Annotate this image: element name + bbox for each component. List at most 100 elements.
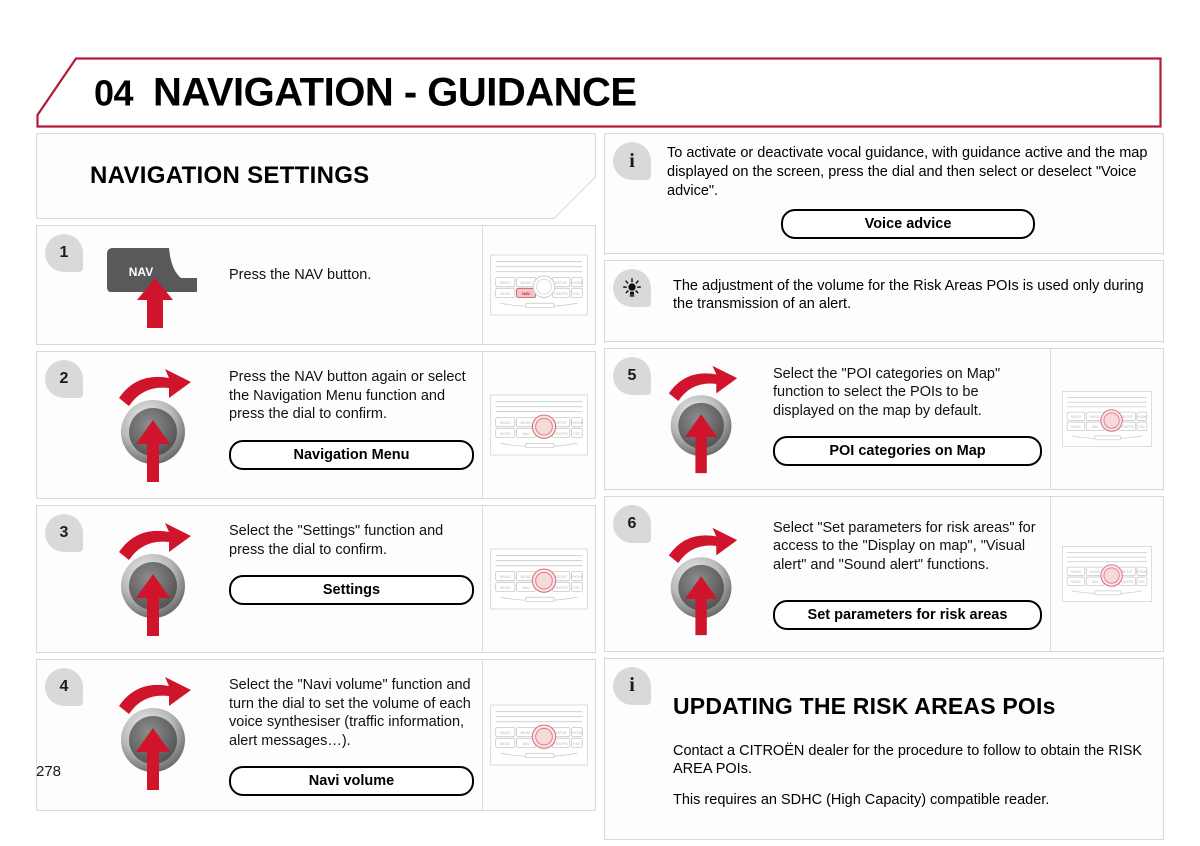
svg-text:RADIO: RADIO [500,731,511,735]
svg-text:MUSIC: MUSIC [520,281,532,285]
radio-unit-illustration-nav: NAV RADIO MUSIC SETUP PHONE MODE TRAFFIC ES… [482,226,595,344]
menu-pill-set-parameters-for-risk-areas[interactable]: Set parameters for risk areas [773,600,1042,631]
svg-text:MUSIC: MUSIC [520,731,532,735]
svg-text:NAV: NAV [1092,425,1099,429]
svg-text:TRAFFIC: TRAFFIC [554,742,569,746]
step-panel-5: 5 Select the "POI categories on Map" fun… [604,347,1164,490]
menu-pill-poi-categories-on-map[interactable]: POI categories on Map [773,436,1042,467]
step-badge-2: 2 [45,360,83,398]
radio-unit-illustration-dial-3: RADIO MUSIC SETUP PHONE MODE NAV TRAFFIC ESC [482,506,595,652]
final-section-title: UPDATING THE RISK AREAS POIs [673,692,1056,719]
svg-text:PHONE: PHONE [571,731,584,735]
radio-unit-illustration-dial-2: RADIO MUSIC SETUP PHONE MODE NAV TRAFFIC ESC [482,352,595,498]
step-badge-3: 3 [45,514,83,552]
svg-text:PHONE: PHONE [1136,570,1147,574]
step-text-2: Press the NAV button again or select the… [229,369,466,423]
final-paragraph-1: Contact a CITROËN dealer for the procedu… [673,742,1143,778]
info-icon: i [613,142,651,180]
svg-text:MUSIC: MUSIC [1090,570,1101,574]
final-paragraph-2: This requires an SDHC (High Capacity) co… [673,792,1050,809]
svg-text:ESC: ESC [573,586,581,590]
svg-text:PHONE: PHONE [571,421,584,425]
svg-text:NAV: NAV [523,742,531,746]
svg-text:PHONE: PHONE [571,575,584,579]
svg-text:ESC: ESC [1139,580,1146,584]
menu-pill-settings[interactable]: Settings [229,575,474,606]
nav-button-press-icon: NAV [85,236,225,330]
dial-turn-press-icon [85,362,225,484]
svg-text:ESC: ESC [1139,425,1146,429]
step-text-5: Select the "POI categories on Map" funct… [773,365,1001,419]
step-panel-2: 2 Press the NAV button again or select t… [36,351,596,499]
svg-text:SETUP: SETUP [555,281,567,285]
step-badge-1: 1 [45,234,83,272]
svg-text:TRAFFIC: TRAFFIC [1121,580,1135,584]
svg-text:SETUP: SETUP [555,731,567,735]
svg-text:MODE: MODE [500,742,511,746]
step-text-4: Select the "Navi volume" function and tu… [229,677,471,749]
radio-unit-illustration-dial-5: RADIO MUSIC SETUP PHONE MODE NAV TRAFFIC ESC [1050,348,1163,489]
svg-text:NAV: NAV [523,586,531,590]
svg-text:NAV: NAV [1092,580,1099,584]
section-title: NAVIGATION SETTINGS [90,162,370,189]
info-note-text: To activate or deactivate vocal guidance… [667,145,1148,199]
svg-text:SETUP: SETUP [1122,415,1133,419]
svg-text:MUSIC: MUSIC [520,421,532,425]
svg-text:MUSIC: MUSIC [520,575,532,579]
svg-text:TRAFFIC: TRAFFIC [1121,425,1135,429]
step-panel-4: 4 Select the "Navi volume" function and … [36,659,596,812]
svg-text:NAV: NAV [129,265,153,279]
svg-text:NAV: NAV [522,292,530,296]
section-header-navigation-settings: NAVIGATION SETTINGS [36,133,596,219]
svg-text:PHONE: PHONE [571,281,584,285]
svg-text:MODE: MODE [500,292,511,296]
radio-unit-illustration-dial-6: RADIO MUSIC SETUP PHONE MODE NAV TRAFFIC ESC [1050,496,1163,651]
svg-text:MUSIC: MUSIC [1090,415,1101,419]
svg-text:MODE: MODE [500,586,511,590]
svg-text:RADIO: RADIO [500,575,511,579]
info-icon: i [613,666,651,705]
svg-text:ESC: ESC [573,742,581,746]
dial-turn-press-icon [85,516,225,638]
step-panel-1: 1 NAV Press the NAV button. NAV RADIO MU… [36,225,596,345]
step-badge-5: 5 [613,356,651,395]
svg-text:RADIO: RADIO [500,421,511,425]
menu-pill-voice-advice[interactable]: Voice advice [781,208,1035,239]
page-title: NAVIGATION - GUIDANCE [153,70,637,114]
menu-pill-navigation-menu[interactable]: Navigation Menu [229,439,474,470]
step-panel-3: 3 Select the "Settings" function and pre… [36,505,596,653]
right-column: i To activate or deactivate vocal guidan… [604,133,1164,846]
step-panel-6: 6 Select "Set parameters for risk areas"… [604,495,1164,652]
step-text-6: Select "Set parameters for risk areas" f… [773,519,1036,573]
radio-unit-illustration-dial-4: RADIO MUSIC SETUP PHONE MODE NAV TRAFFIC ESC [482,660,595,811]
svg-text:MODE: MODE [500,432,511,436]
info-note-voice-advice: i To activate or deactivate vocal guidan… [604,133,1164,254]
page-number: 278 [36,763,62,780]
menu-pill-navi-volume[interactable]: Navi volume [229,766,474,797]
step-badge-6: 6 [613,504,651,543]
svg-text:SETUP: SETUP [555,421,567,425]
svg-text:ESC: ESC [573,292,581,296]
step-text-1: Press the NAV button. [229,267,372,283]
svg-text:MODE: MODE [1071,580,1081,584]
svg-text:ESC: ESC [573,432,581,436]
tip-lamp-icon [613,268,651,307]
dial-turn-press-icon [643,359,763,475]
svg-text:SETUP: SETUP [1122,570,1133,574]
tip-note-risk-area-volume: The adjustment of the volume for the Ris… [604,259,1164,342]
step-text-3: Select the "Settings" function and press… [229,523,444,558]
svg-text:RADIO: RADIO [1071,570,1082,574]
svg-text:PHONE: PHONE [1136,415,1147,419]
tip-note-text: The adjustment of the volume for the Ris… [673,277,1144,313]
page-title-banner: 04 NAVIGATION - GUIDANCE [36,57,1162,128]
dial-turn-press-icon [643,507,763,637]
svg-text:TRAFFIC: TRAFFIC [554,586,569,590]
svg-text:RADIO: RADIO [1071,415,1082,419]
svg-text:TRAFFIC: TRAFFIC [554,432,569,436]
final-section-updating-risk-areas: i UPDATING THE RISK AREAS POIs Contact a… [604,657,1164,840]
step-badge-4: 4 [45,668,83,706]
svg-text:NAV: NAV [523,432,531,436]
svg-text:RADIO: RADIO [500,281,511,285]
chapter-number: 04 [94,72,134,113]
svg-text:SETUP: SETUP [555,575,567,579]
